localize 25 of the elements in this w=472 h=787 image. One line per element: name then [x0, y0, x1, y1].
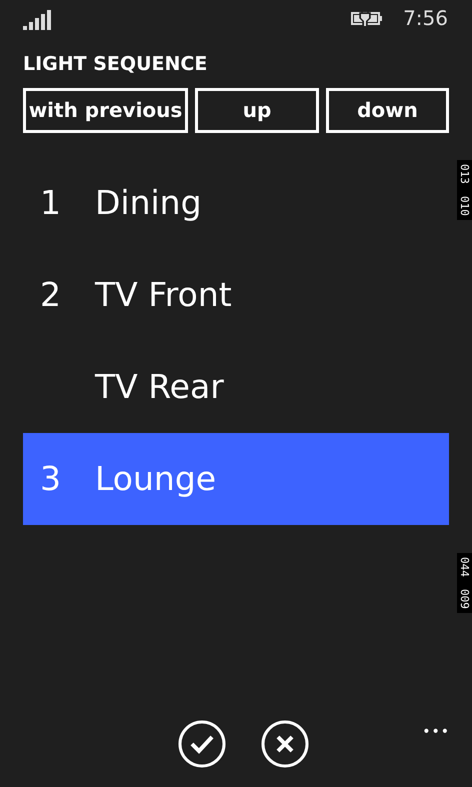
confirm-button[interactable] [178, 720, 226, 768]
item-name: TV Rear [95, 366, 224, 408]
item-number: 3 [39, 458, 62, 500]
item-name: Lounge [95, 458, 216, 500]
more-button[interactable]: ••• [422, 725, 450, 739]
page-title: LIGHT SEQUENCE [23, 52, 208, 77]
battery-charging-icon [351, 9, 384, 27]
item-name: TV Front [95, 274, 232, 316]
item-number: 1 [39, 182, 62, 224]
counter-value: 044 [459, 557, 470, 577]
item-number: 2 [39, 274, 62, 316]
list-item[interactable]: TV Rear [23, 340, 449, 432]
counter-value: 013 [459, 164, 470, 184]
action-button[interactable]: down [326, 88, 449, 132]
action-button[interactable]: up [195, 88, 319, 132]
signal-icon [23, 10, 53, 30]
list-item[interactable]: 3 Lounge [23, 432, 449, 524]
action-button[interactable]: with previous [23, 88, 188, 132]
list-item[interactable]: 1 Dining [23, 156, 449, 248]
list-item[interactable]: 2 TV Front [23, 248, 449, 340]
item-name: Dining [95, 182, 202, 224]
cancel-button[interactable] [260, 720, 308, 768]
counter-value: 010 [459, 196, 470, 216]
clock-time: 7:56 [403, 5, 448, 32]
counter-value: 009 [459, 588, 470, 609]
